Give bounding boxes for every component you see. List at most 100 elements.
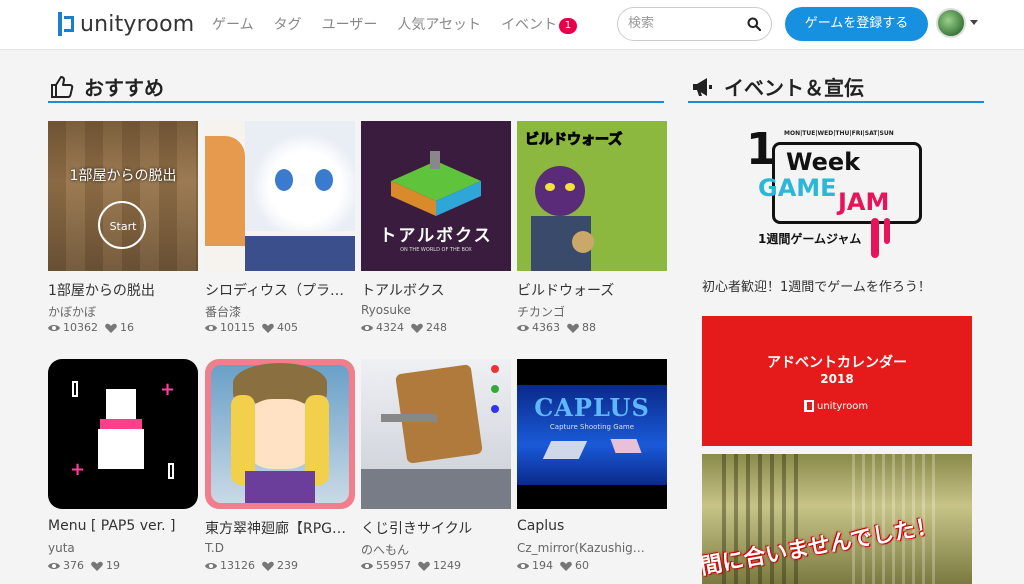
nav-tags[interactable]: タグ bbox=[274, 14, 302, 34]
events-title: イベント＆宣伝 bbox=[724, 76, 864, 100]
jam-days-text: MON|TUE|WED|THU|FRI|SAT|SUN bbox=[784, 130, 894, 137]
heart-icon bbox=[411, 323, 423, 333]
promo-banner[interactable]: 間に合いませんでした！ bbox=[702, 454, 972, 584]
like-count: 248 bbox=[426, 321, 447, 334]
thumb-title-text: CAPLUS bbox=[534, 393, 650, 422]
eye-icon bbox=[361, 562, 373, 569]
heart-icon bbox=[105, 323, 117, 333]
game-card[interactable]: ビルドウォーズ ビルドウォーズ チカンゴ 4363 88 bbox=[517, 121, 667, 334]
eye-icon bbox=[361, 324, 373, 331]
game-title[interactable]: シロディウス（プラ… bbox=[205, 280, 355, 298]
advent-year-text: 2018 bbox=[820, 372, 854, 386]
game-title[interactable]: 東方翠神廻廊【RPG… bbox=[205, 518, 355, 536]
game-author[interactable]: T.D bbox=[205, 541, 355, 556]
game-thumbnail[interactable] bbox=[361, 359, 511, 509]
site-logo[interactable]: unityroom bbox=[58, 10, 194, 38]
game-stats: 13126 239 bbox=[205, 559, 355, 572]
thumb-sub-text: ON THE WORLD OF THE BOX bbox=[400, 247, 472, 253]
game-card[interactable]: シロディウス（プラ… 番台漆 10115 405 bbox=[205, 121, 355, 334]
site-header: unityroom ゲーム タグ ユーザー 人気アセット イベント1 ゲームを登… bbox=[0, 0, 1024, 50]
unityroom-logo-icon bbox=[804, 400, 814, 412]
heart-icon bbox=[567, 323, 579, 333]
eye-icon bbox=[517, 324, 529, 331]
eye-icon bbox=[48, 324, 60, 331]
eye-icon bbox=[205, 324, 217, 331]
game-title[interactable]: ビルドウォーズ bbox=[517, 280, 667, 298]
game-author[interactable]: のへもん bbox=[361, 541, 511, 556]
user-avatar[interactable] bbox=[936, 8, 966, 38]
nav-events-label: イベント bbox=[501, 17, 558, 33]
heart-icon bbox=[262, 561, 274, 571]
thumb-title-text: トアルボクス bbox=[379, 226, 493, 246]
game-author[interactable]: かぼかぼ bbox=[48, 303, 198, 318]
game-title[interactable]: くじ引きサイクル bbox=[361, 518, 511, 536]
chevron-down-icon[interactable] bbox=[970, 20, 978, 25]
unityroom-logo-icon bbox=[58, 12, 74, 36]
like-count: 88 bbox=[582, 321, 596, 334]
game-card[interactable]: トアルボクス ON THE WORLD OF THE BOX トアルボクス Ry… bbox=[361, 121, 511, 334]
view-count: 10362 bbox=[63, 321, 98, 334]
game-title[interactable]: トアルボクス bbox=[361, 280, 511, 298]
eye-icon bbox=[517, 562, 529, 569]
game-stats: 4363 88 bbox=[517, 321, 667, 334]
jam-caption[interactable]: 初心者歓迎！1週間でゲームを作ろう！ bbox=[702, 276, 931, 295]
isometric-box-graphic bbox=[391, 151, 481, 216]
search-input[interactable] bbox=[628, 16, 738, 31]
view-count: 4324 bbox=[376, 321, 404, 334]
game-author[interactable]: チカンゴ bbox=[517, 303, 667, 318]
game-thumbnail[interactable]: トアルボクス ON THE WORLD OF THE BOX bbox=[361, 121, 511, 271]
game-thumbnail[interactable] bbox=[205, 359, 355, 509]
game-stats: 4324 248 bbox=[361, 321, 511, 334]
game-title[interactable]: 1部屋からの脱出 bbox=[48, 280, 198, 298]
game-author[interactable]: yuta bbox=[48, 541, 198, 556]
register-game-button[interactable]: ゲームを登録する bbox=[785, 7, 928, 41]
game-card[interactable]: 東方翠神廻廊【RPG… T.D 13126 239 bbox=[205, 359, 355, 572]
advent-calendar-banner[interactable]: アドベントカレンダー 2018 unityroom bbox=[702, 316, 972, 446]
advent-title-text: アドベントカレンダー bbox=[767, 355, 907, 371]
game-author[interactable]: Cz_mirror(Kazushig… bbox=[517, 541, 667, 556]
game-author[interactable]: Ryosuke bbox=[361, 303, 511, 318]
game-thumbnail[interactable]: + + bbox=[48, 359, 198, 509]
eye-icon bbox=[48, 562, 60, 569]
game-stats: 10115 405 bbox=[205, 321, 355, 334]
game-author[interactable]: 番台漆 bbox=[205, 303, 355, 318]
game-card[interactable]: 1部屋からの脱出 Start 1部屋からの脱出 かぼかぼ 10362 16 bbox=[48, 121, 198, 334]
thumb-title-text: 1部屋からの脱出 bbox=[69, 168, 177, 184]
view-count: 194 bbox=[532, 559, 553, 572]
game-card[interactable]: CAPLUS Capture Shooting Game Caplus Cz_m… bbox=[517, 359, 667, 572]
game-card[interactable]: + + Menu [ PAP5 ver. ] yuta 376 19 bbox=[48, 359, 198, 572]
main-nav: ゲーム タグ ユーザー 人気アセット イベント 1 bbox=[212, 14, 597, 34]
view-count: 13126 bbox=[220, 559, 255, 572]
events-heading: イベント＆宣伝 bbox=[690, 72, 864, 101]
jam-sub-text: 1週間ゲームジャム bbox=[758, 230, 861, 247]
nav-events[interactable]: イベント 1 bbox=[501, 14, 578, 34]
heart-icon bbox=[91, 561, 103, 571]
recommended-title: おすすめ bbox=[84, 76, 164, 100]
advent-logo: unityroom bbox=[804, 400, 868, 412]
advent-logo-text: unityroom bbox=[817, 400, 869, 412]
eye-icon bbox=[205, 562, 217, 569]
megaphone-icon bbox=[693, 77, 712, 96]
thumbs-up-icon bbox=[51, 75, 74, 98]
game-thumbnail[interactable]: ビルドウォーズ bbox=[517, 121, 667, 271]
nav-popular-assets[interactable]: 人気アセット bbox=[397, 14, 481, 34]
game-stats: 376 19 bbox=[48, 559, 198, 572]
view-count: 4363 bbox=[532, 321, 560, 334]
recommended-underline bbox=[48, 101, 664, 103]
nav-games[interactable]: ゲーム bbox=[212, 14, 254, 34]
jam-sub-label: 1週間ゲームジャム bbox=[758, 232, 862, 246]
game-card[interactable]: くじ引きサイクル のへもん 55957 1249 bbox=[361, 359, 511, 572]
game-jam-banner[interactable]: MON|TUE|WED|THU|FRI|SAT|SUN 1 Week GAME … bbox=[746, 126, 928, 268]
game-title[interactable]: Menu [ PAP5 ver. ] bbox=[48, 518, 198, 536]
game-thumbnail[interactable]: 1部屋からの脱出 Start bbox=[48, 121, 198, 271]
like-count: 239 bbox=[277, 559, 298, 572]
search-icon[interactable] bbox=[747, 17, 761, 31]
game-thumbnail[interactable]: CAPLUS Capture Shooting Game bbox=[517, 359, 667, 509]
game-title[interactable]: Caplus bbox=[517, 518, 667, 536]
recommended-heading: おすすめ bbox=[50, 72, 164, 101]
jam-game-text: GAME bbox=[758, 174, 837, 202]
like-count: 405 bbox=[277, 321, 298, 334]
jam-week-text: Week bbox=[786, 148, 861, 176]
nav-users[interactable]: ユーザー bbox=[322, 14, 378, 34]
game-thumbnail[interactable] bbox=[205, 121, 355, 271]
